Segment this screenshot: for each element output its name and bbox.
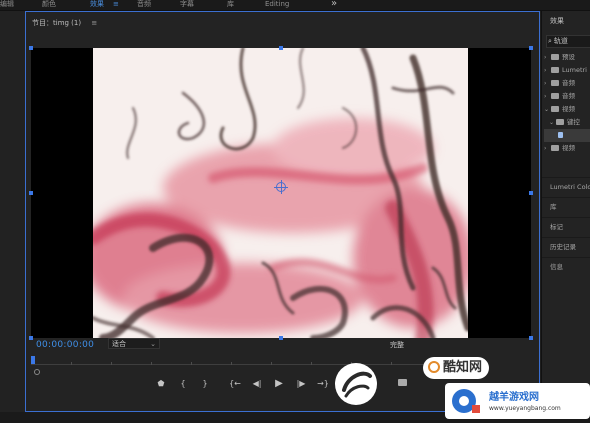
folder-icon [551, 67, 559, 73]
folder-icon [551, 106, 559, 112]
effects-tree: › 预设 › Lumetri › 音频 › 音频 ⌄ 视频 ⌄ 键控 › 视频 [544, 51, 590, 155]
watermark-site-url: www.yueyangbang.com [489, 405, 561, 412]
panel-info[interactable]: 信息 [542, 257, 590, 275]
zoom-handle-icon[interactable] [34, 369, 40, 375]
chevron-down-icon: ⌄ [549, 119, 555, 126]
transform-handle[interactable] [529, 336, 533, 340]
watermark-swirl-logo [335, 363, 377, 405]
step-back-button[interactable]: ◀| [250, 377, 264, 391]
transform-handle[interactable] [29, 336, 33, 340]
top-tab-bar: 编辑 颜色 效果 ≡ 音频 字幕 库 Editing » [0, 0, 590, 11]
tree-item-lumetri[interactable]: › Lumetri [544, 64, 590, 77]
tree-item-keying[interactable]: ⌄ 键控 [544, 116, 590, 129]
go-to-in-button[interactable]: {← [228, 377, 242, 391]
ruler-tick [271, 362, 272, 365]
chevron-right-icon: › [544, 80, 547, 87]
tree-item-label: Lumetri [562, 66, 587, 74]
left-panel-edge [0, 11, 25, 423]
tree-item-label: 视频 [562, 144, 575, 152]
folder-icon [556, 119, 564, 125]
watermark: 酷知网 越羊游戏网 www.yueyangbang.com [330, 345, 590, 423]
tree-item-label: 音频 [562, 92, 575, 100]
tab-libraries[interactable]: 库 [227, 0, 234, 9]
effects-search-input[interactable]: ⌕ 轨道 [546, 35, 590, 48]
chevron-down-icon: ⌄ [150, 340, 156, 348]
panel-libraries[interactable]: 库 [542, 197, 590, 215]
tree-item-label: 音频 [562, 79, 575, 87]
transform-handle[interactable] [529, 191, 533, 195]
folder-icon [551, 54, 559, 60]
chevron-down-icon: ⌄ [544, 106, 550, 113]
watermark-site-card: 越羊游戏网 www.yueyangbang.com [445, 383, 590, 419]
tree-item-video-effects[interactable]: ⌄ 视频 [544, 103, 590, 116]
ruler-tick [111, 362, 112, 365]
playhead-timecode[interactable]: 00:00:00:00 [36, 340, 94, 350]
watermark-badge: 酷知网 [423, 357, 489, 379]
tree-item-label: 预设 [562, 53, 575, 61]
folder-icon [551, 80, 559, 86]
tab-color[interactable]: 颜色 [42, 0, 56, 9]
more-tabs-icon[interactable]: » [331, 0, 337, 9]
watermark-site-logo [452, 389, 480, 413]
ruler-tick [311, 362, 312, 365]
video-frame [93, 48, 468, 338]
tree-item-track-matte-key[interactable] [544, 129, 590, 142]
tab-editing[interactable]: Editing [265, 0, 289, 9]
folder-icon [551, 93, 559, 99]
play-button[interactable]: ▶ [272, 377, 286, 391]
ruler-tick [151, 362, 152, 365]
zoom-fit-value: 适合 [112, 340, 126, 348]
panel-menu-icon[interactable]: ≡ [91, 19, 97, 27]
tab-captions[interactable]: 字幕 [180, 0, 194, 9]
chevron-right-icon: › [544, 54, 547, 61]
transform-handle[interactable] [279, 46, 283, 50]
chevron-right-icon: › [544, 67, 547, 74]
transform-handle[interactable] [29, 46, 33, 50]
go-to-out-button[interactable]: →} [316, 377, 330, 391]
effects-panel-title[interactable]: 效果 [550, 16, 564, 26]
effects-search-value: 轨道 [553, 37, 568, 45]
search-icon: ⌕ [548, 37, 552, 45]
chevron-right-icon: › [544, 93, 547, 100]
step-forward-button[interactable]: |▶ [294, 377, 308, 391]
transform-handle[interactable] [529, 46, 533, 50]
chevron-right-icon: › [544, 145, 547, 152]
tab-effects-menu-icon[interactable]: ≡ [113, 0, 119, 9]
tab-audio[interactable]: 音频 [137, 0, 151, 9]
playhead-marker[interactable] [31, 356, 35, 364]
program-monitor-title[interactable]: 节目：timg (1) ≡ [32, 18, 97, 28]
panel-history[interactable]: 历史记录 [542, 237, 590, 255]
mark-in-button[interactable]: { [176, 377, 190, 391]
ruler-tick [71, 362, 72, 365]
program-title-label: 节目：timg (1) [32, 19, 82, 27]
tree-item-presets[interactable]: › 预设 [544, 51, 590, 64]
folder-icon [551, 145, 559, 151]
tree-item-label: 视频 [562, 105, 575, 113]
add-marker-button[interactable]: ⬟ [154, 377, 168, 391]
watermark-site-name: 越羊游戏网 [489, 392, 539, 403]
tree-item-label: 键控 [567, 118, 580, 126]
tree-item-audio-effects[interactable]: › 音频 [544, 77, 590, 90]
mark-out-button[interactable]: } [198, 377, 212, 391]
tab-effects[interactable]: 效果 [90, 0, 104, 9]
ruler-tick [191, 362, 192, 365]
tree-item-video-transitions[interactable]: › 视频 [544, 142, 590, 155]
panel-markers[interactable]: 标记 [542, 217, 590, 235]
panel-lumetri-color[interactable]: Lumetri Color [542, 177, 590, 195]
tree-item-audio-transitions[interactable]: › 音频 [544, 90, 590, 103]
ruler-tick [231, 362, 232, 365]
transform-handle[interactable] [279, 336, 283, 340]
transform-handle[interactable] [29, 191, 33, 195]
video-viewer[interactable] [29, 46, 533, 340]
zoom-fit-select[interactable]: 适合 ⌄ [108, 338, 160, 349]
anchor-point-icon[interactable] [274, 180, 288, 194]
effect-icon [558, 132, 563, 138]
tab-edit[interactable]: 编辑 [0, 0, 14, 9]
